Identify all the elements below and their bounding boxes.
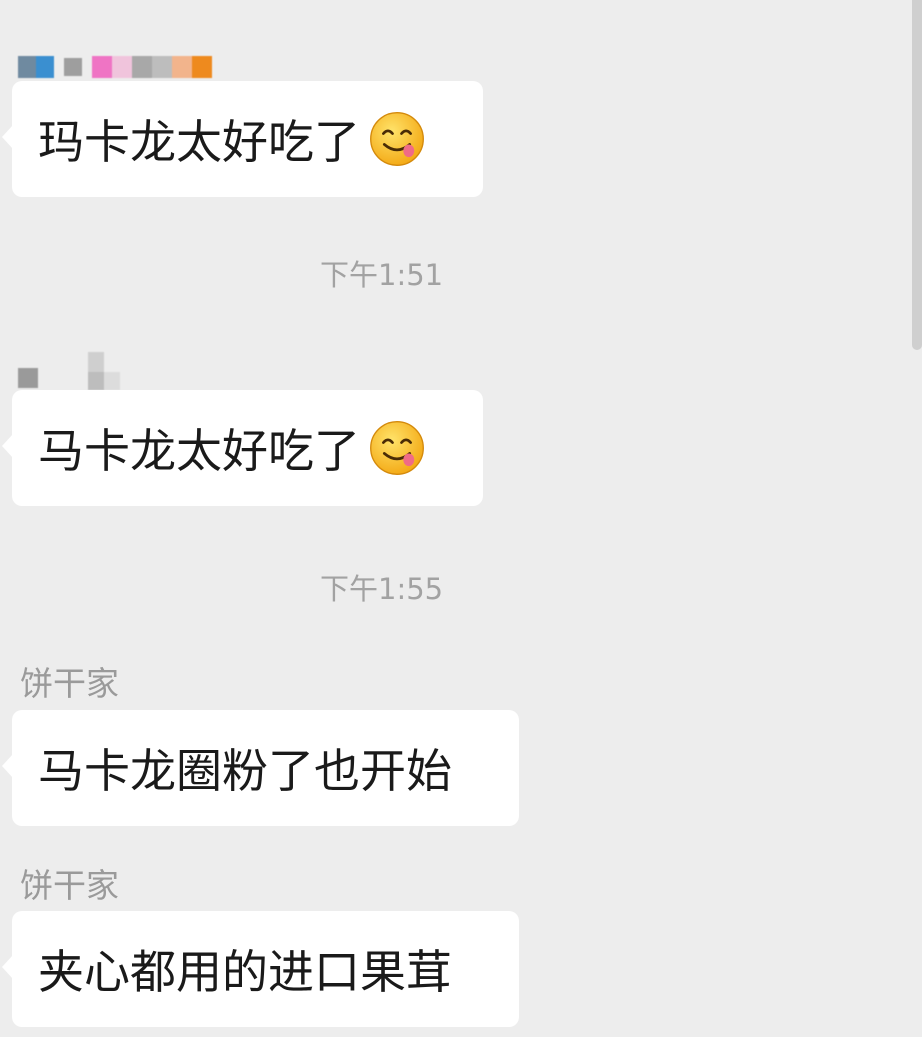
- scrollbar[interactable]: [912, 0, 922, 350]
- timestamp: 下午1:51: [320, 258, 444, 292]
- message-text: 马卡龙太好吃了: [38, 424, 360, 478]
- message-text: 夹心都用的进口果茸: [38, 945, 452, 999]
- message-bubble[interactable]: 玛卡龙太好吃了: [2, 81, 483, 197]
- message-bubble[interactable]: 马卡龙圈粉了也开始: [2, 710, 519, 826]
- message-text: 玛卡龙太好吃了: [38, 115, 360, 169]
- sender-name: 饼干家: [20, 664, 119, 703]
- message-bubble[interactable]: 马卡龙太好吃了: [2, 390, 483, 506]
- timestamp: 下午1:55: [320, 572, 444, 606]
- message-bubble[interactable]: 夹心都用的进口果茸: [2, 911, 519, 1027]
- yum-face-emoji-icon: [370, 112, 424, 166]
- sender-name: 饼干家: [20, 866, 119, 905]
- message-text: 马卡龙圈粉了也开始: [38, 744, 452, 798]
- sender-name-blurred: [18, 350, 120, 392]
- yum-face-emoji-icon: [370, 421, 424, 475]
